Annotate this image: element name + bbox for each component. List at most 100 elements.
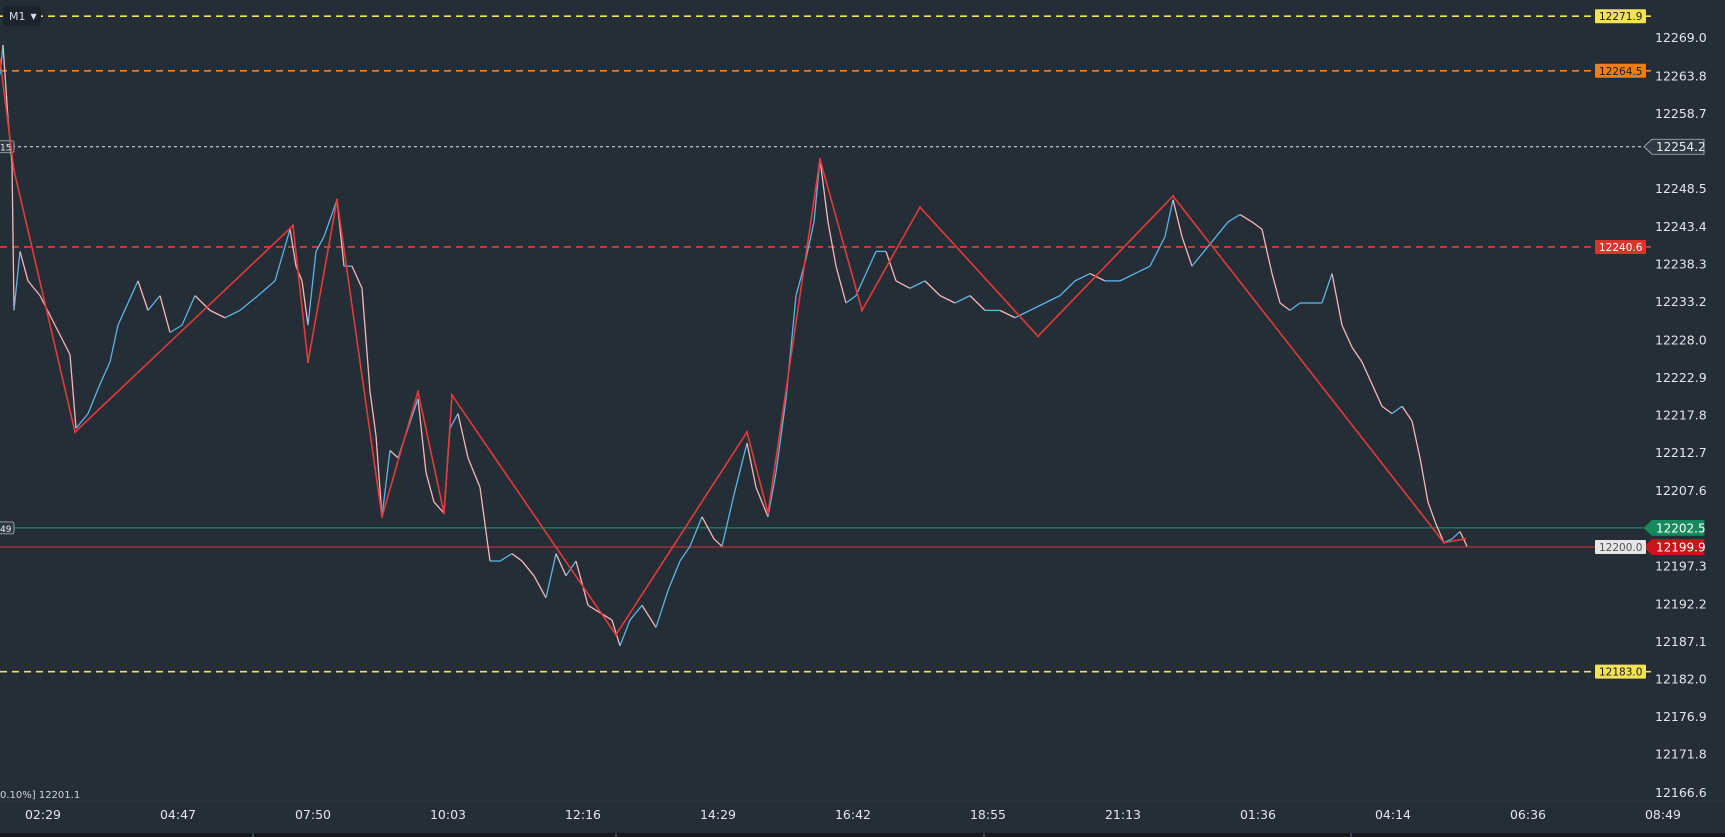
price-segment bbox=[819, 159, 829, 222]
price-chart[interactable]: 12271.9 12264.5 12240.6 12183.0 12254.2 12202… bbox=[0, 0, 1725, 837]
y-tick-label-18: 12166.6 bbox=[1655, 785, 1707, 800]
zigzag-point-11 bbox=[745, 430, 749, 434]
price-segment bbox=[1074, 272, 1091, 282]
x-tick-label-4: 12:16 bbox=[565, 807, 601, 822]
x-tick-label-0: 02:29 bbox=[25, 807, 61, 822]
zigzag-point-8 bbox=[442, 511, 446, 515]
zigzag-point-18 bbox=[1442, 541, 1446, 544]
y-tick-label-12: 12197.3 bbox=[1655, 559, 1707, 574]
price-segment bbox=[1029, 302, 1046, 311]
price-segment bbox=[307, 251, 317, 326]
price-segment bbox=[775, 398, 787, 473]
chart-area[interactable]: 12271.9 12264.5 12240.6 12183.0 12254.2 12202… bbox=[0, 0, 1725, 837]
y-tick-label-5: 12238.3 bbox=[1655, 256, 1707, 271]
price-segment bbox=[11, 162, 15, 311]
price-segment bbox=[865, 251, 877, 274]
price-segment bbox=[521, 560, 535, 577]
level-label-2: 12240.6 bbox=[1599, 242, 1643, 254]
price-segment bbox=[1341, 324, 1353, 348]
axis-price-marker-label-6: 12199.9 bbox=[1656, 541, 1706, 555]
price-segment bbox=[109, 324, 119, 363]
price-segment bbox=[1391, 405, 1403, 415]
price-segment bbox=[159, 295, 171, 333]
x-tick-label-8: 21:13 bbox=[1105, 807, 1141, 822]
level-label-1: 12264.5 bbox=[1599, 66, 1642, 78]
price-segment bbox=[689, 516, 703, 547]
x-tick-label-12: 08:49 bbox=[1645, 807, 1681, 822]
y-tick-label-15: 12182.0 bbox=[1655, 672, 1707, 687]
price-segment bbox=[733, 442, 748, 495]
price-segment bbox=[425, 472, 435, 503]
x-tick-label-5: 14:29 bbox=[700, 807, 736, 822]
price-segment bbox=[1261, 229, 1273, 274]
price-segment bbox=[939, 295, 956, 304]
price-segment bbox=[1279, 302, 1291, 311]
zigzag-point-3 bbox=[291, 224, 295, 227]
zigzag-point-12 bbox=[766, 511, 770, 515]
price-segment bbox=[351, 265, 363, 289]
level-label-0: 12271.9 bbox=[1599, 11, 1642, 23]
price-segment bbox=[1227, 213, 1241, 223]
price-segment bbox=[1251, 221, 1263, 230]
price-segment bbox=[1271, 273, 1281, 304]
price-segment bbox=[224, 309, 241, 319]
price-segment bbox=[667, 560, 681, 591]
price-segment bbox=[641, 604, 657, 628]
left-tag-1: 49 bbox=[0, 525, 12, 535]
price-segment bbox=[1239, 213, 1253, 223]
price-segment bbox=[845, 295, 857, 304]
y-tick-label-3: 12248.5 bbox=[1655, 181, 1707, 196]
price-segment bbox=[713, 538, 723, 547]
zigzag-point-2 bbox=[73, 430, 77, 434]
price-segment bbox=[457, 413, 469, 458]
price-segment bbox=[194, 295, 211, 311]
price-segment bbox=[511, 553, 523, 562]
bottom-bar bbox=[0, 833, 1725, 837]
price-segment bbox=[389, 449, 399, 459]
price-segment bbox=[1427, 501, 1437, 525]
zigzag-point-16 bbox=[1036, 334, 1040, 338]
price-segment bbox=[499, 553, 513, 562]
price-segment bbox=[1134, 265, 1151, 275]
y-tick-label-8: 12222.9 bbox=[1655, 370, 1707, 385]
timeframe-selector[interactable]: M1 ▼ bbox=[3, 6, 41, 26]
price-segment bbox=[1164, 199, 1174, 237]
price-segment bbox=[1215, 221, 1229, 238]
y-tick-label-17: 12171.8 bbox=[1655, 747, 1707, 762]
price-segment bbox=[895, 280, 911, 289]
price-segment bbox=[1059, 280, 1076, 297]
price-segment bbox=[1149, 236, 1166, 267]
price-segment bbox=[835, 265, 847, 304]
price-info-text: 0.10%] 12201.1 bbox=[0, 790, 81, 801]
x-tick-label-6: 16:42 bbox=[835, 807, 871, 822]
y-tick-label-7: 12228.0 bbox=[1655, 332, 1707, 347]
price-segment bbox=[127, 280, 139, 304]
y-tick-label-10: 12212.7 bbox=[1655, 445, 1707, 460]
price-segment bbox=[619, 619, 631, 647]
price-segment bbox=[679, 545, 691, 562]
x-tick-label-9: 01:36 bbox=[1240, 807, 1276, 822]
price-segment bbox=[555, 553, 567, 577]
price-segment bbox=[629, 604, 643, 621]
y-tick-label-14: 12187.1 bbox=[1655, 634, 1707, 649]
x-tick-label-1: 04:47 bbox=[160, 807, 196, 822]
price-segment bbox=[655, 590, 669, 628]
price-segment bbox=[239, 295, 259, 311]
zigzag-point-19 bbox=[1463, 537, 1467, 541]
y-tick-label-2: 12258.7 bbox=[1655, 106, 1707, 121]
price-segment bbox=[315, 236, 325, 252]
order-label-0: 12200.0 bbox=[1599, 542, 1642, 554]
price-segment bbox=[479, 487, 491, 562]
y-tick-label-0: 12269.0 bbox=[1655, 30, 1707, 45]
zigzag-point-14 bbox=[860, 309, 864, 312]
price-segment bbox=[1181, 236, 1193, 267]
level-label-3: 12183.0 bbox=[1599, 667, 1642, 679]
price-segment bbox=[19, 251, 29, 282]
price-segment bbox=[361, 288, 371, 392]
price-segment bbox=[1119, 272, 1136, 282]
left-tag-0: 15 bbox=[0, 144, 11, 154]
price-segment bbox=[1044, 295, 1061, 304]
zigzag-point-9 bbox=[450, 393, 454, 397]
x-tick-label-3: 10:03 bbox=[430, 807, 466, 822]
chevron-down-icon: ▼ bbox=[30, 11, 37, 21]
